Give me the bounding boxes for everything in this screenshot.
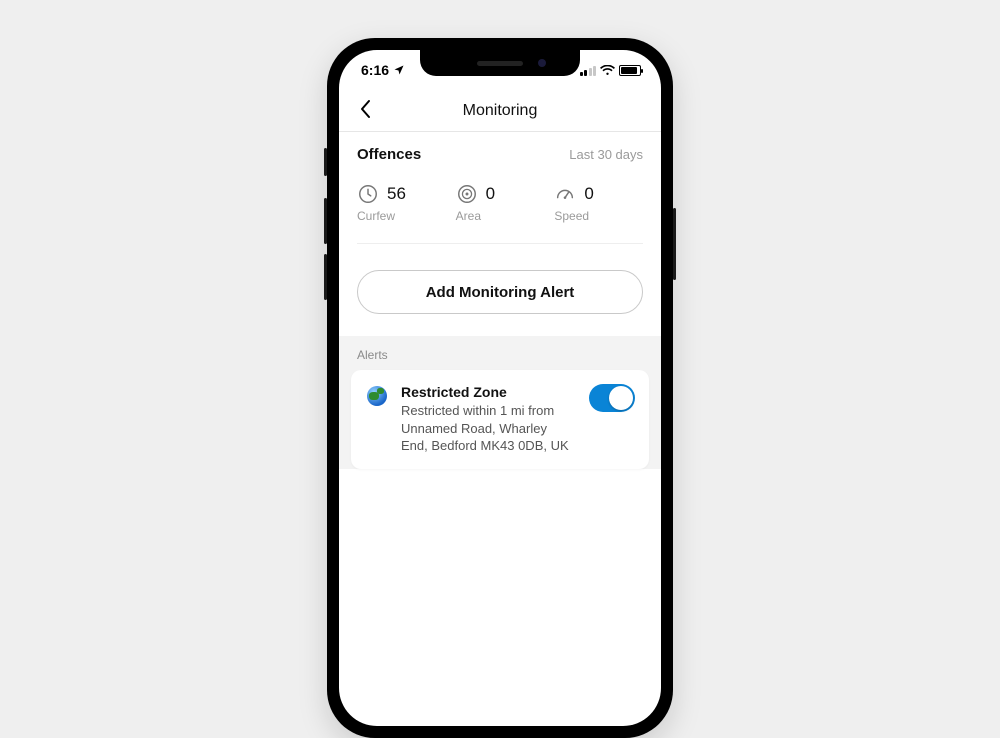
radar-icon xyxy=(456,183,478,205)
stat-speed[interactable]: 0 Speed xyxy=(554,183,643,223)
offences-title: Offences xyxy=(357,146,421,163)
phone-frame: 6:16 Monitoring xyxy=(327,38,673,738)
offences-section: Offences Last 30 days 56 Curfew xyxy=(339,132,661,244)
speaker xyxy=(477,61,523,66)
stat-label: Area xyxy=(456,209,545,223)
side-button xyxy=(324,198,327,244)
alert-description: Restricted within 1 mi from Unnamed Road… xyxy=(401,402,577,455)
chevron-left-icon xyxy=(359,99,371,119)
nav-bar: Monitoring xyxy=(339,90,661,132)
stat-value: 56 xyxy=(387,184,406,204)
offences-stats: 56 Curfew 0 Area xyxy=(357,183,643,244)
globe-icon xyxy=(367,386,387,406)
offences-period: Last 30 days xyxy=(569,147,643,162)
side-button xyxy=(673,208,676,280)
notch xyxy=(420,50,580,76)
page-title: Monitoring xyxy=(339,102,661,120)
side-button xyxy=(324,148,327,176)
add-button-label: Add Monitoring Alert xyxy=(426,284,575,301)
location-icon xyxy=(393,64,405,76)
alert-toggle[interactable] xyxy=(589,384,635,412)
stat-area[interactable]: 0 Area xyxy=(456,183,545,223)
front-camera xyxy=(538,59,546,67)
cellular-icon xyxy=(580,65,597,76)
back-button[interactable] xyxy=(353,95,377,127)
stat-value: 0 xyxy=(584,184,593,204)
stat-value: 0 xyxy=(486,184,495,204)
alerts-section: Alerts Restricted Zone Restricted within… xyxy=(339,336,661,469)
stat-label: Curfew xyxy=(357,209,446,223)
alert-card[interactable]: Restricted Zone Restricted within 1 mi f… xyxy=(351,370,649,469)
alerts-section-label: Alerts xyxy=(351,346,649,370)
stat-curfew[interactable]: 56 Curfew xyxy=(357,183,446,223)
clock-icon xyxy=(357,183,379,205)
content: Offences Last 30 days 56 Curfew xyxy=(339,132,661,469)
battery-icon xyxy=(619,65,641,76)
side-button xyxy=(324,254,327,300)
screen: 6:16 Monitoring xyxy=(339,50,661,726)
status-time: 6:16 xyxy=(361,62,389,78)
gauge-icon xyxy=(554,183,576,205)
stat-label: Speed xyxy=(554,209,643,223)
wifi-icon xyxy=(600,65,615,76)
add-monitoring-alert-button[interactable]: Add Monitoring Alert xyxy=(357,270,643,314)
alert-title: Restricted Zone xyxy=(401,384,577,400)
